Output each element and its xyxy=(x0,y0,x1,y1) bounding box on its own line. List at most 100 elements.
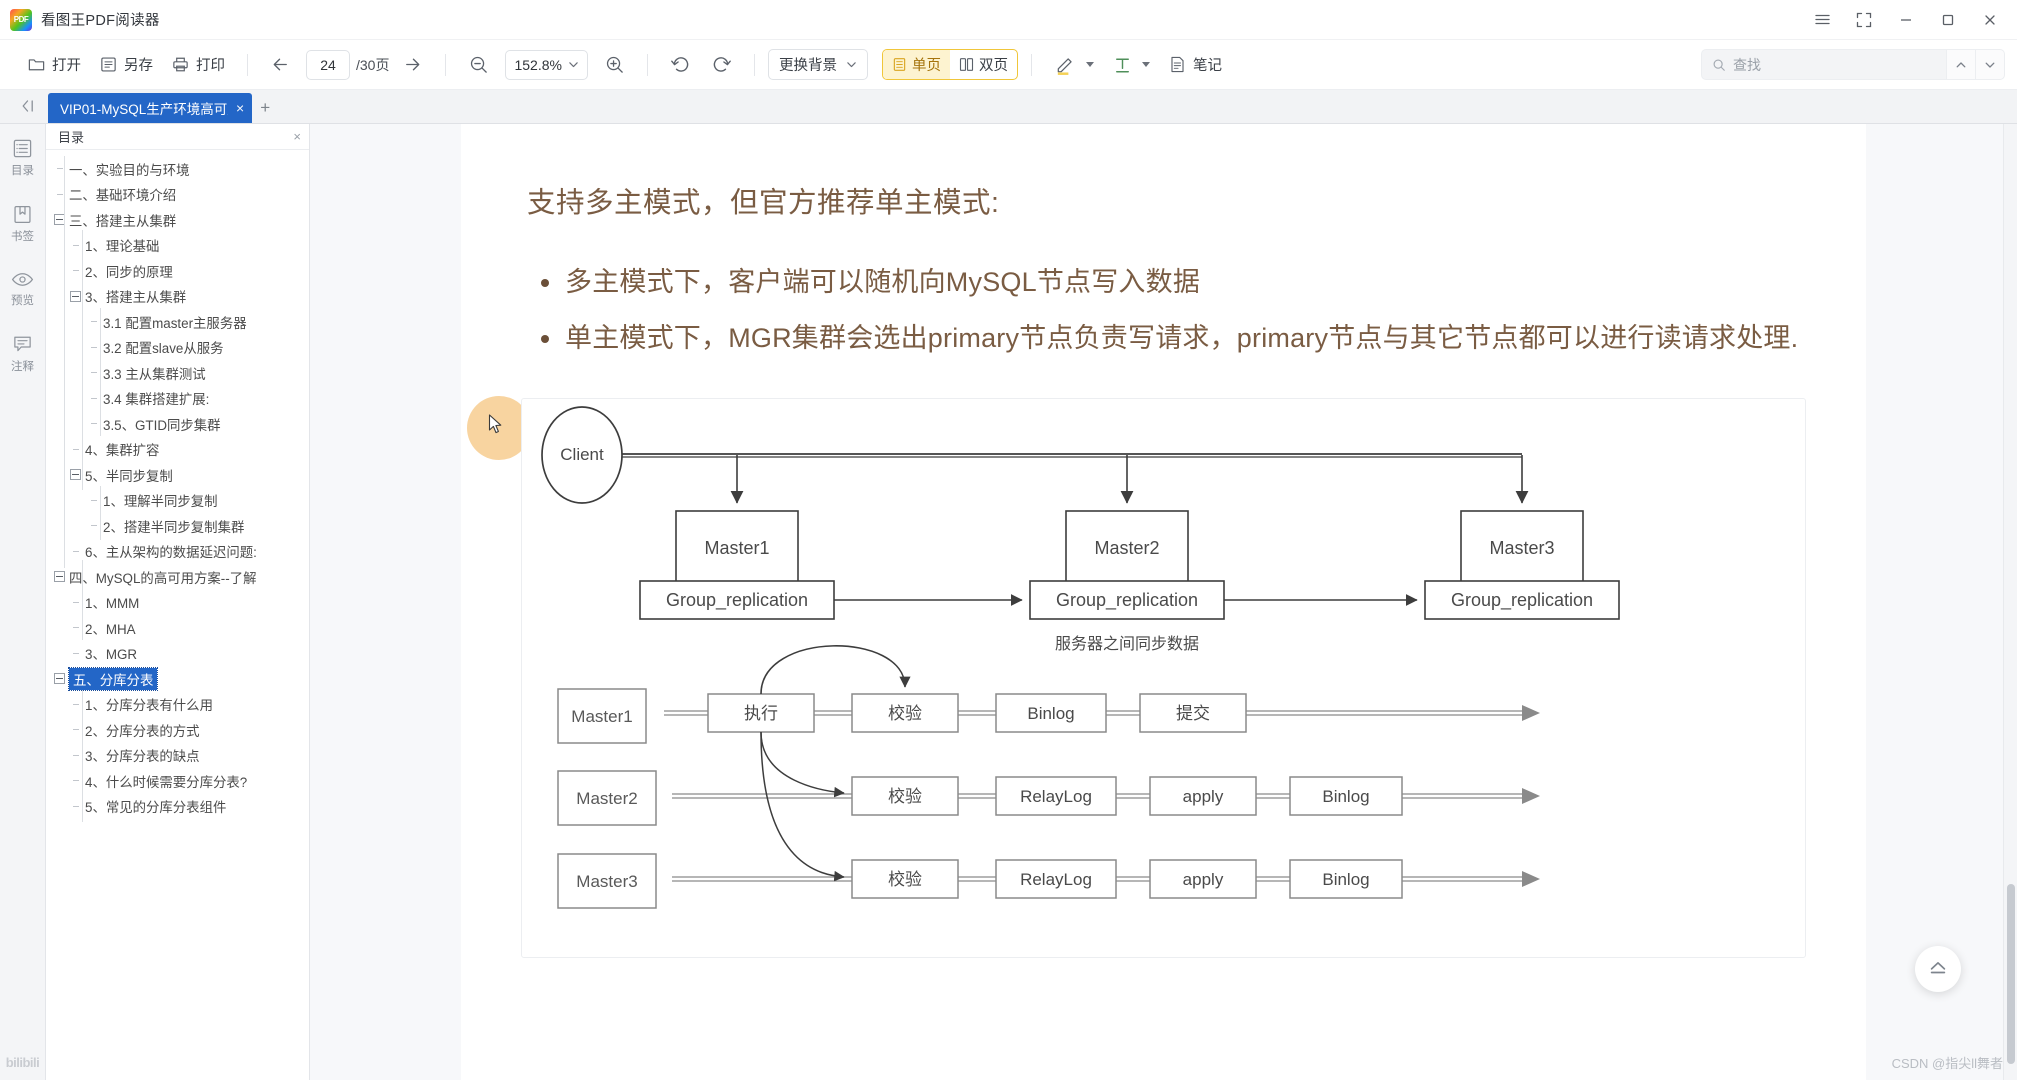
next-page-icon xyxy=(402,54,423,75)
toc-branch-icon xyxy=(70,806,81,807)
toc-collapse-toggle-icon[interactable] xyxy=(54,673,65,685)
toc-item[interactable]: 五、分库分表 xyxy=(46,666,309,692)
page-bullet-list: 多主模式下，客户端可以随机向MySQL节点写入数据 单主模式下，MGR集群会选出… xyxy=(517,261,1810,360)
sync-caption: 服务器之间同步数据 xyxy=(1055,635,1199,653)
toc-branch-icon xyxy=(88,321,99,322)
find-prev-button[interactable] xyxy=(1947,49,1976,80)
toc-header-label: 目录 xyxy=(58,130,85,145)
maximize-icon[interactable] xyxy=(1927,4,1969,36)
toc-item[interactable]: 3.4 集群搭建扩展: xyxy=(46,386,309,412)
page-number-input[interactable]: 24 xyxy=(306,49,350,80)
toc-collapse-toggle-icon[interactable] xyxy=(70,290,81,302)
search-input[interactable]: 查找 xyxy=(1701,49,1947,80)
document-tab-active[interactable]: VIP01-MySQL生产环境高可用 × xyxy=(48,93,253,123)
close-icon[interactable]: × xyxy=(236,101,244,115)
prev-page-button[interactable] xyxy=(261,48,300,82)
toc-item[interactable]: 1、理解半同步复制 xyxy=(46,488,309,514)
toc-item[interactable]: 4、集群扩容 xyxy=(46,437,309,463)
toc-branch-icon xyxy=(70,245,81,246)
single-page-button[interactable]: 单页 xyxy=(882,50,950,79)
rail-item-contents[interactable]: 目录 xyxy=(0,138,46,178)
toc-item[interactable]: 1、MMM xyxy=(46,590,309,616)
toc-collapse-toggle-icon[interactable] xyxy=(54,571,65,583)
text-tool-button[interactable] xyxy=(1103,48,1159,82)
toc-item[interactable]: 一、实验目的与环境 xyxy=(46,156,309,182)
rail-item-comments[interactable]: 注释 xyxy=(0,334,46,374)
next-page-button[interactable] xyxy=(393,48,432,82)
find-next-button[interactable] xyxy=(1976,49,2005,80)
rail-item-contents-label: 目录 xyxy=(11,165,34,177)
toc-collapse-toggle-icon[interactable] xyxy=(70,469,81,481)
toc-item[interactable]: 3、分库分表的缺点 xyxy=(46,743,309,769)
fullscreen-icon[interactable] xyxy=(1843,4,1885,36)
pipeline-node-label: Master2 xyxy=(576,789,637,808)
toc-item[interactable]: 2、同步的原理 xyxy=(46,258,309,284)
toc-guide-line xyxy=(100,308,101,436)
minimize-icon[interactable] xyxy=(1885,4,1927,36)
toc-item-label: 2、MHA xyxy=(85,621,136,637)
print-button[interactable]: 打印 xyxy=(162,48,234,82)
toc-item[interactable]: 3.3 主从集群测试 xyxy=(46,360,309,386)
rail-item-bookmarks[interactable]: 书签 xyxy=(0,204,46,244)
collapse-panel-icon[interactable] xyxy=(8,89,48,123)
toc-item[interactable]: 1、理论基础 xyxy=(46,233,309,259)
toc-branch-icon xyxy=(70,780,81,781)
toc-item[interactable]: 三、搭建主从集群 xyxy=(46,207,309,233)
open-button[interactable]: 打开 xyxy=(18,48,90,82)
zoom-out-button[interactable] xyxy=(459,48,498,82)
toc-item-label: 1、理解半同步复制 xyxy=(103,494,218,510)
toc-item[interactable]: 3.1 配置master主服务器 xyxy=(46,309,309,335)
comment-icon xyxy=(12,334,33,355)
toc-item[interactable]: 6、主从架构的数据延迟问题: xyxy=(46,539,309,565)
toc-guide-line xyxy=(82,230,83,490)
close-icon[interactable] xyxy=(1969,4,2011,36)
vertical-scrollbar[interactable] xyxy=(2003,124,2017,1080)
chevron-down-icon xyxy=(568,59,579,70)
background-select[interactable]: 更换背景 xyxy=(767,49,868,80)
toc-item[interactable]: 1、分库分表有什么用 xyxy=(46,692,309,718)
document-viewport[interactable]: 支持多主模式，但官方推荐单主模式: 多主模式下，客户端可以随机向MySQL节点写… xyxy=(310,124,2017,1080)
toc-item[interactable]: 3.2 配置slave从服务 xyxy=(46,335,309,361)
toc-item[interactable]: 2、分库分表的方式 xyxy=(46,717,309,743)
rotate-right-button[interactable] xyxy=(701,48,741,82)
toc-item[interactable]: 5、半同步复制 xyxy=(46,462,309,488)
open-label: 打开 xyxy=(52,58,81,74)
group-replication-label: Group_replication xyxy=(1056,590,1198,611)
scroll-to-top-button[interactable] xyxy=(1915,946,1961,992)
text-tool-caret-icon[interactable] xyxy=(1141,62,1150,67)
close-icon[interactable]: × xyxy=(293,129,301,144)
toc-item[interactable]: 四、MySQL的高可用方案--了解 xyxy=(46,564,309,590)
app-logo-text: PDF xyxy=(13,15,29,24)
toc-item[interactable]: 3、MGR xyxy=(46,641,309,667)
toc-item[interactable]: 2、MHA xyxy=(46,615,309,641)
printer-icon xyxy=(171,55,190,74)
menu-icon[interactable] xyxy=(1801,4,1843,36)
toc-item[interactable]: 4、什么时候需要分库分表? xyxy=(46,768,309,794)
toc-guide-line xyxy=(82,560,83,640)
toc-item[interactable]: 2、搭建半同步复制集群 xyxy=(46,513,309,539)
toc-item-label: 2、搭建半同步复制集群 xyxy=(103,519,245,535)
toc-item[interactable]: 3.5、GTID同步集群 xyxy=(46,411,309,437)
toolbar-divider-2 xyxy=(445,53,447,76)
pipeline-node-label: Master3 xyxy=(576,872,637,891)
document-tab-label: VIP01-MySQL生产环境高可用 xyxy=(60,102,228,117)
zoom-in-button[interactable] xyxy=(595,48,634,82)
toc-item[interactable]: 5、常见的分库分表组件 xyxy=(46,794,309,820)
highlighter-caret-icon[interactable] xyxy=(1085,62,1094,67)
vertical-scrollbar-thumb[interactable] xyxy=(2007,884,2015,1064)
note-button[interactable]: 笔记 xyxy=(1159,48,1231,82)
toc-item[interactable]: 二、基础环境介绍 xyxy=(46,182,309,208)
rail-item-preview[interactable]: 预览 xyxy=(0,270,46,308)
zoom-level-select[interactable]: 152.8% xyxy=(505,49,588,80)
toc-item-label: 一、实验目的与环境 xyxy=(69,162,190,178)
toolbar-divider-4 xyxy=(753,53,755,76)
saveas-button[interactable]: 另存 xyxy=(90,48,162,82)
toc-item[interactable]: 3、搭建主从集群 xyxy=(46,284,309,310)
highlighter-button[interactable] xyxy=(1045,48,1103,82)
add-tab-button[interactable]: + xyxy=(252,93,278,123)
list-icon xyxy=(12,138,33,159)
search-placeholder: 查找 xyxy=(1733,56,1761,73)
master-node-label: Master1 xyxy=(704,538,769,558)
rotate-left-button[interactable] xyxy=(661,48,701,82)
double-page-button[interactable]: 双页 xyxy=(950,50,1017,79)
